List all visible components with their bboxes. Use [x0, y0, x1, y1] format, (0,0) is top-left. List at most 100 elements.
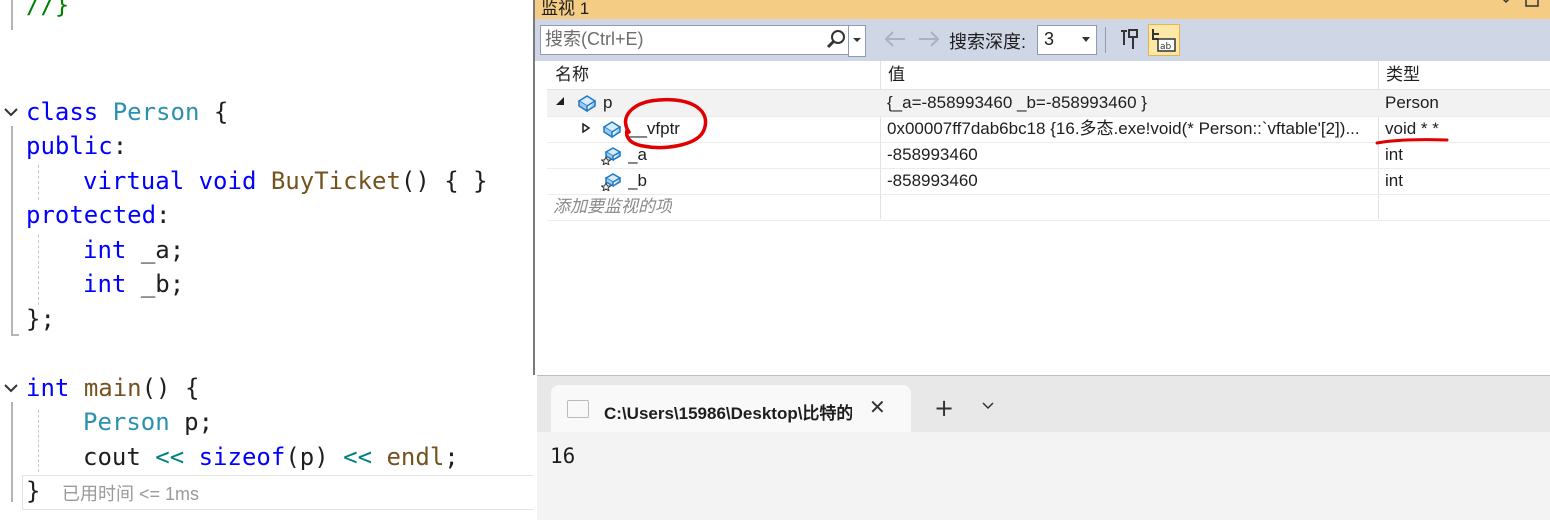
terminal-tab-bar: C:\Users\15986\Desktop\比特的 ✕ + — [537, 376, 1550, 432]
identifier: (p) — [285, 443, 329, 471]
code-line: Person p; — [83, 405, 213, 439]
annotation-underline — [1375, 138, 1449, 145]
watch-title: 监视 1 — [541, 0, 590, 18]
add-watch-row[interactable]: 添加要监视的项 — [547, 194, 1550, 221]
collapse-chevron-icon[interactable] — [3, 104, 19, 120]
new-tab-button[interactable]: + — [934, 394, 954, 422]
watch-grid-header: 名称 值 类型 — [547, 61, 1550, 90]
column-header-name[interactable]: 名称 — [555, 61, 589, 89]
collapse-chevron-icon[interactable] — [3, 380, 19, 396]
keyword: void — [198, 167, 257, 195]
identifier: _a; — [140, 236, 185, 264]
column-header-value[interactable]: 值 — [888, 61, 905, 89]
identifier: p; — [184, 408, 214, 436]
punctuation: ; — [444, 443, 459, 471]
code-line: cout << sizeof(p) << endl; — [83, 440, 459, 474]
function-name: BuyTicket — [270, 167, 401, 195]
keyword: public — [26, 132, 113, 160]
search-input[interactable] — [545, 28, 815, 50]
fold-guide — [11, 402, 13, 502]
operator: << — [155, 443, 185, 471]
elapsed-time-hint: 已用时间 <= 1ms — [62, 484, 200, 504]
keyword: class — [26, 98, 99, 126]
fold-guide — [11, 126, 13, 336]
window-controls-icon[interactable] — [1494, 0, 1544, 10]
search-depth-value: 3 — [1044, 29, 1055, 49]
fold-guide-end — [11, 334, 19, 336]
code-line: int _b; — [83, 267, 184, 301]
terminal-window: C:\Users\15986\Desktop\比特的 ✕ + 16 — [537, 375, 1550, 520]
keyword: int — [83, 270, 127, 298]
watch-value[interactable]: 0x00007ff7dab6bc18 {16.多态.exe!void(* Per… — [887, 116, 1377, 142]
watch-type: int — [1385, 171, 1403, 190]
indent-guide — [38, 235, 39, 305]
close-tab-icon[interactable]: ✕ — [869, 395, 886, 419]
code-line: } — [26, 474, 40, 508]
punctuation: () { } — [400, 167, 488, 195]
keyword: protected — [26, 201, 157, 229]
code-line: //} — [26, 0, 69, 22]
collapse-triangle-icon[interactable] — [555, 96, 565, 106]
watch-name: _b — [628, 171, 647, 190]
identifier: cout — [83, 443, 141, 471]
watch-title-bar[interactable]: 监视 1 — [535, 0, 1550, 19]
punctuation: : — [156, 201, 171, 229]
code-comment: //} — [26, 0, 70, 19]
keyword: int — [83, 236, 127, 264]
indent-guide — [38, 165, 39, 200]
expand-triangle-icon[interactable] — [582, 123, 590, 133]
watch-window: 监视 1 搜索深度: 3 — [533, 0, 1550, 375]
search-depth-select[interactable]: 3 — [1037, 25, 1097, 55]
hex-display-icon: ab — [1152, 29, 1176, 52]
object-icon — [577, 95, 597, 113]
watch-toolbar: 搜索深度: 3 ab — [535, 19, 1550, 61]
hex-display-toggle[interactable]: ab — [1148, 24, 1180, 56]
add-watch-placeholder[interactable]: 添加要监视的项 — [553, 194, 672, 220]
code-line: int _a; — [83, 233, 184, 267]
search-icon[interactable] — [826, 29, 846, 49]
search-forward-arrow-icon[interactable] — [917, 28, 941, 50]
chevron-down-icon — [853, 38, 861, 42]
watch-value[interactable]: -858993460 — [887, 168, 1377, 194]
code-line: public: — [26, 129, 127, 163]
punctuation: : — [112, 132, 128, 160]
operator: << — [343, 443, 373, 471]
code-line: class Person { — [26, 95, 228, 129]
terminal-tab-icon — [567, 400, 589, 418]
function-name: main — [83, 374, 142, 402]
punctuation: { — [213, 98, 229, 126]
keyword: sizeof — [198, 443, 286, 471]
svg-text:ab: ab — [1160, 42, 1172, 52]
keyword: virtual — [83, 167, 185, 195]
identifier: _b; — [140, 270, 185, 298]
watch-value[interactable]: {_a=-858993460 _b=-858993460 } — [887, 90, 1377, 116]
watch-type: Person — [1385, 93, 1439, 112]
search-back-arrow-icon[interactable] — [883, 28, 907, 50]
pin-icon[interactable] — [1117, 27, 1141, 53]
chevron-down-icon[interactable] — [982, 402, 994, 410]
watch-name: p — [603, 93, 613, 112]
code-line: }; — [26, 302, 55, 336]
search-options-dropdown[interactable] — [848, 25, 866, 57]
toolbar-separator — [1105, 27, 1106, 53]
indent-guide — [38, 410, 39, 472]
type-name: Person — [83, 408, 170, 436]
watch-value[interactable]: -858993460 — [887, 142, 1377, 168]
annotation-circle — [623, 97, 708, 150]
chevron-down-icon — [1082, 37, 1090, 42]
code-editor[interactable]: //} class Person { public: virtual void … — [0, 0, 533, 519]
terminal-output: 16 — [550, 444, 576, 468]
terminal-tab[interactable]: C:\Users\15986\Desktop\比特的 ✕ — [551, 385, 911, 432]
code-line: protected: — [26, 198, 171, 232]
code-line: virtual void BuyTicket() { } — [83, 164, 488, 198]
identifier: endl — [386, 443, 445, 471]
keyword: int — [26, 374, 70, 402]
punctuation: () { — [141, 374, 200, 402]
column-header-type[interactable]: 类型 — [1386, 61, 1420, 89]
watch-row[interactable]: _b -858993460 int — [547, 168, 1550, 195]
search-box[interactable] — [540, 25, 852, 55]
terminal-tab-title: C:\Users\15986\Desktop\比特的 — [604, 404, 852, 423]
type-name: Person — [112, 98, 200, 126]
punctuation: } — [26, 477, 41, 505]
code-line: int main() { — [26, 371, 199, 405]
